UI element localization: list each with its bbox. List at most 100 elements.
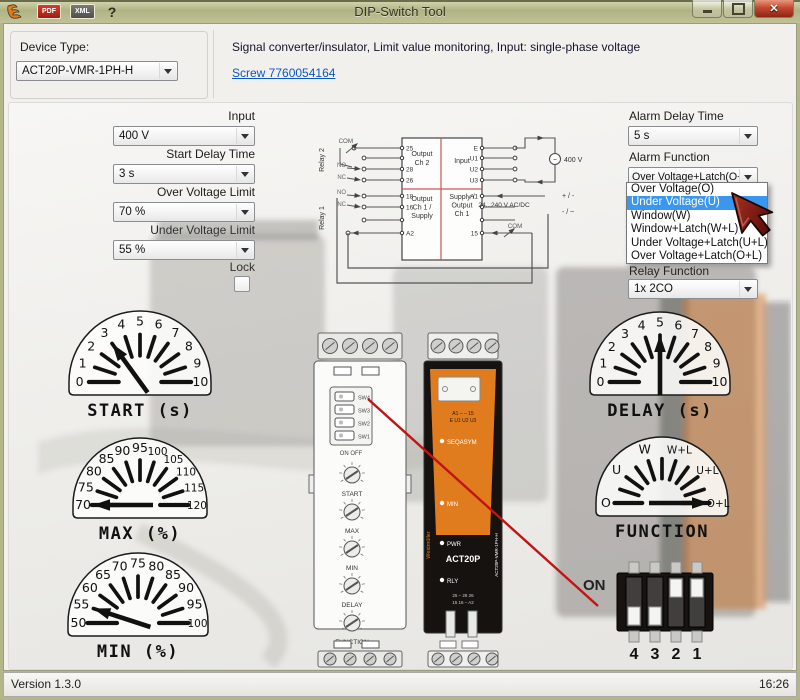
chevron-down-icon <box>739 281 756 297</box>
svg-text:U: U <box>612 462 621 477</box>
lock-checkbox[interactable] <box>234 276 250 292</box>
alarm-function-option[interactable]: Over Voltage+Latch(O+L) <box>627 250 767 263</box>
svg-text:NC: NC <box>337 202 346 208</box>
over-voltage-value: 70 % <box>119 206 145 218</box>
svg-text:25 – 28 26: 25 – 28 26 <box>452 593 474 598</box>
svg-text:60: 60 <box>82 580 98 595</box>
svg-text:115: 115 <box>184 482 204 494</box>
statusbar: Version 1.3.0 16:26 <box>3 672 797 697</box>
svg-text:4: 4 <box>638 317 646 332</box>
svg-text:E U1 U2 U3: E U1 U2 U3 <box>450 418 477 424</box>
svg-text:U+L: U+L <box>696 465 718 477</box>
svg-text:7: 7 <box>691 326 699 341</box>
relay-function-combo[interactable]: 1x 2CO <box>628 279 758 299</box>
window-title: DIP-Switch Tool <box>0 4 800 19</box>
device-type-label: Device Type: <box>20 40 89 54</box>
svg-text:COM: COM <box>508 223 522 230</box>
chevron-down-icon <box>236 242 253 258</box>
svg-text:6: 6 <box>155 317 163 332</box>
over-voltage-combo[interactable]: 70 % <box>113 202 255 222</box>
gauge-title: FUNCTION <box>615 522 709 542</box>
svg-text:NC: NC <box>337 175 346 181</box>
gauge-delay: 012345678910DELAY (s) <box>576 296 744 426</box>
svg-text:Ch 1: Ch 1 <box>455 211 470 218</box>
alarm-function-option[interactable]: Window+Latch(W+L) <box>627 223 767 236</box>
gauge-min: 50556065707580859095100MIN (%) <box>54 537 222 667</box>
under-voltage-combo[interactable]: 55 % <box>113 240 255 260</box>
start-delay-combo[interactable]: 3 s <box>113 164 255 184</box>
input-combo[interactable]: 400 V <box>113 126 255 146</box>
wiring-diagram: OutputCh 2InputOutputCh 1 /SupplySupply … <box>290 108 590 298</box>
svg-text:A2: A2 <box>406 231 414 238</box>
svg-text:15: 15 <box>471 231 479 238</box>
under-voltage-value: 55 % <box>119 244 145 256</box>
svg-text:95: 95 <box>187 597 203 612</box>
svg-text:W: W <box>638 442 650 457</box>
svg-text:ON OFF: ON OFF <box>340 451 363 457</box>
svg-text:SW1: SW1 <box>358 435 370 441</box>
svg-text:7: 7 <box>171 325 179 340</box>
svg-text:25: 25 <box>406 146 414 153</box>
dip-number: 1 <box>693 646 702 663</box>
svg-text:Output: Output <box>411 196 432 203</box>
chevron-down-icon <box>236 204 253 220</box>
svg-text:110: 110 <box>176 467 196 479</box>
svg-text:400 V: 400 V <box>564 157 583 164</box>
svg-text:55: 55 <box>73 597 89 612</box>
svg-text:U3: U3 <box>470 178 479 185</box>
svg-text:75: 75 <box>130 556 146 571</box>
svg-text:50: 50 <box>71 615 87 630</box>
clock-text: 16:26 <box>759 677 789 691</box>
gauge-function: OUWW+LU+LO+LFUNCTION <box>582 421 742 547</box>
alarm-function-option[interactable]: Under Voltage(U) <box>627 196 767 209</box>
svg-text:4: 4 <box>117 317 125 332</box>
alarm-delay-combo[interactable]: 5 s <box>628 126 758 146</box>
svg-text:5: 5 <box>136 314 144 329</box>
svg-text:28: 28 <box>406 167 414 174</box>
alarm-function-option[interactable]: Over Voltage(O) <box>627 183 767 196</box>
svg-text:24...240 V AC/DC: 24...240 V AC/DC <box>478 202 530 209</box>
dip-number: 3 <box>651 646 660 663</box>
titlebar: PDF XML ? DIP-Switch Tool ✕ <box>0 0 800 23</box>
svg-text:0: 0 <box>76 374 84 389</box>
svg-text:A1: A1 <box>470 194 478 201</box>
svg-text:A1 – – 15: A1 – – 15 <box>452 411 474 417</box>
svg-text:6: 6 <box>674 317 682 332</box>
svg-text:90: 90 <box>178 580 194 595</box>
svg-text:70: 70 <box>75 497 91 512</box>
svg-text:8: 8 <box>185 339 193 354</box>
svg-text:3: 3 <box>101 325 109 340</box>
chevron-down-icon <box>159 63 176 79</box>
dip-number: 2 <box>672 646 681 663</box>
svg-text:MIN: MIN <box>447 502 458 508</box>
maximize-button[interactable] <box>723 0 753 18</box>
svg-text:70: 70 <box>112 558 128 573</box>
svg-text:80: 80 <box>148 558 164 573</box>
device-type-combo[interactable]: ACT20P-VMR-1PH-H <box>16 61 178 81</box>
svg-text:ACT20P: ACT20P <box>446 554 481 564</box>
svg-text:COM: COM <box>339 138 353 145</box>
device-description: Signal converter/insulator, Limit value … <box>232 40 640 54</box>
alarm-function-option[interactable]: Window(W) <box>627 210 767 223</box>
svg-text:120: 120 <box>187 500 207 512</box>
svg-text:DELAY: DELAY <box>342 602 363 609</box>
svg-text:+ / -: + / - <box>562 193 575 200</box>
chevron-down-icon <box>236 166 253 182</box>
chevron-down-icon <box>236 128 253 144</box>
alarm-function-option[interactable]: Under Voltage+Latch(U+L) <box>627 237 767 250</box>
svg-text:W+L: W+L <box>667 445 692 457</box>
svg-text:U2: U2 <box>470 167 479 174</box>
ordering-link[interactable]: Screw 7760054164 <box>232 66 335 80</box>
product-module-images: SW4SW3SW2SW1ON OFFSTARTMAXMINDELAYFUNCTI… <box>300 325 515 670</box>
svg-text:0: 0 <box>597 374 605 389</box>
minimize-button[interactable] <box>692 0 722 18</box>
header-divider <box>213 30 214 98</box>
svg-text:2: 2 <box>87 339 95 354</box>
svg-text:100: 100 <box>187 618 207 630</box>
svg-text:1: 1 <box>79 355 87 370</box>
svg-text:5: 5 <box>656 315 664 330</box>
svg-text:65: 65 <box>95 567 111 582</box>
gauge-title: START (s) <box>87 401 193 421</box>
svg-text:U1: U1 <box>470 156 479 163</box>
close-button[interactable]: ✕ <box>754 0 794 18</box>
